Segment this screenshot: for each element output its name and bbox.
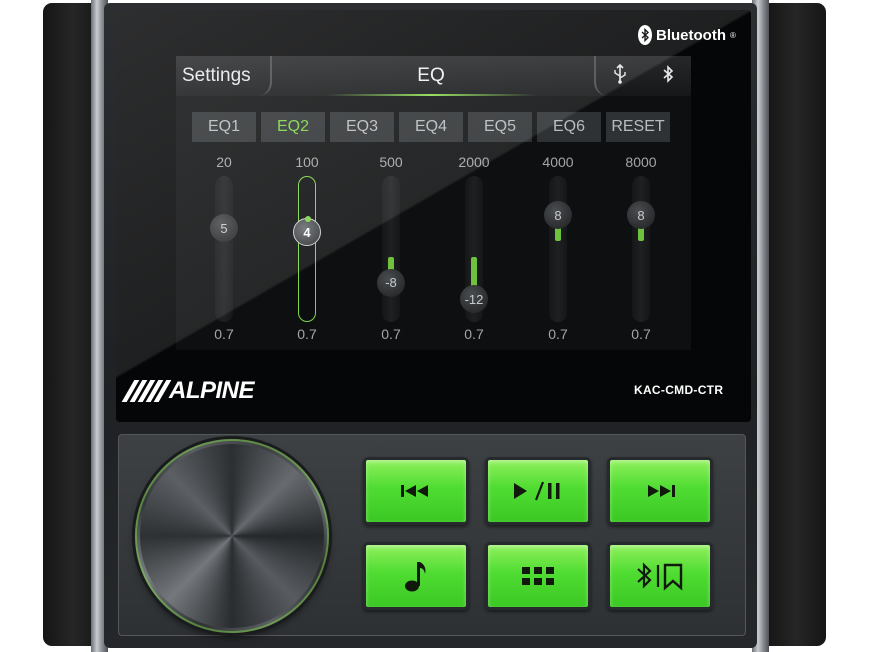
band-gain-knob[interactable]: -12 bbox=[460, 285, 488, 314]
band-frequency-label: 20 bbox=[216, 154, 232, 170]
band-frequency-label: 8000 bbox=[625, 154, 657, 170]
active-indicator-dot bbox=[305, 216, 311, 223]
page-title: EQ bbox=[417, 65, 445, 86]
next-track-button[interactable] bbox=[607, 457, 713, 525]
band-frequency-label: 2000 bbox=[458, 154, 490, 170]
knob-ring bbox=[135, 439, 329, 633]
band-q-label: 0.7 bbox=[464, 326, 484, 342]
brand-name: ALPINE bbox=[169, 377, 255, 404]
tab-eq2[interactable]: EQ2 bbox=[261, 112, 325, 142]
skip-forward-icon bbox=[640, 481, 680, 501]
eq-preset-tabs: EQ1 EQ2 EQ3 EQ4 EQ5 EQ6 RESET bbox=[192, 112, 672, 142]
band-gain-value: 8 bbox=[554, 207, 562, 223]
title-underline bbox=[326, 94, 536, 96]
alpine-logo: ALPINE bbox=[121, 376, 255, 406]
tab-label: RESET bbox=[611, 118, 665, 135]
band-slider-track[interactable] bbox=[632, 176, 650, 322]
bluetooth-bookmark-button[interactable] bbox=[607, 542, 713, 610]
tab-label: EQ5 bbox=[483, 118, 516, 135]
head-unit-remote: Bluetooth ® Settings EQ EQ1 EQ2 EQ3 EQ4 … bbox=[0, 0, 869, 652]
usb-icon bbox=[613, 63, 627, 89]
tab-eq1[interactable]: EQ1 bbox=[192, 112, 256, 142]
band-frequency-label: 4000 bbox=[542, 154, 574, 170]
band-q-label: 0.7 bbox=[297, 326, 317, 342]
previous-track-button[interactable] bbox=[363, 457, 469, 525]
tab-label: EQ2 bbox=[276, 118, 309, 135]
audio-source-button[interactable] bbox=[363, 542, 469, 610]
skip-back-icon bbox=[396, 481, 436, 501]
band-q-label: 0.7 bbox=[631, 326, 651, 342]
band-gain-knob[interactable]: -8 bbox=[377, 268, 405, 297]
reset-button[interactable]: RESET bbox=[606, 112, 670, 142]
tab-label: EQ3 bbox=[345, 118, 378, 135]
band-gain-knob[interactable]: 8 bbox=[627, 201, 655, 230]
tab-label: EQ1 bbox=[207, 118, 240, 135]
band-gain-knob[interactable]: 4 bbox=[293, 216, 321, 247]
band-slider-track[interactable] bbox=[298, 176, 316, 322]
band-gain-value: -12 bbox=[464, 291, 484, 307]
music-note-icon bbox=[403, 558, 429, 594]
bluetooth-icon bbox=[662, 64, 674, 88]
bluetooth-brand-label: Bluetooth ® bbox=[638, 24, 736, 46]
play-pause-icon bbox=[510, 480, 566, 502]
tab-label: EQ6 bbox=[552, 118, 585, 135]
right-side-pad bbox=[766, 3, 826, 646]
band-q-label: 0.7 bbox=[381, 326, 401, 342]
band-q-label: 0.7 bbox=[548, 326, 568, 342]
tab-label: EQ4 bbox=[414, 118, 447, 135]
grid-icon bbox=[520, 565, 556, 587]
bluetooth-brand-text: Bluetooth bbox=[656, 26, 726, 44]
band-slider-track[interactable] bbox=[382, 176, 400, 322]
band-gain-value: -8 bbox=[385, 275, 397, 291]
band-gain-value: 4 bbox=[303, 224, 311, 240]
settings-back-button[interactable]: Settings bbox=[176, 56, 272, 96]
eq-bands: 20 5 0.7 100 4 0.7 500 -8 0.7 2000 -12 0.7 4000 8 0.7 8… bbox=[176, 152, 691, 350]
display-glass: Bluetooth ® Settings EQ EQ1 EQ2 EQ3 EQ4 … bbox=[116, 10, 751, 422]
band-gain-knob[interactable]: 5 bbox=[210, 214, 238, 242]
lcd-screen: Settings EQ EQ1 EQ2 EQ3 EQ4 EQ5 EQ6 RESE… bbox=[176, 56, 691, 350]
brand-stripes bbox=[121, 380, 172, 402]
tab-eq4[interactable]: EQ4 bbox=[399, 112, 463, 142]
tab-eq6[interactable]: EQ6 bbox=[537, 112, 601, 142]
tab-eq3[interactable]: EQ3 bbox=[330, 112, 394, 142]
status-icons bbox=[594, 56, 691, 96]
bluetooth-bookmark-icon bbox=[634, 561, 686, 591]
tab-eq5[interactable]: EQ5 bbox=[468, 112, 532, 142]
status-bar: Settings EQ bbox=[176, 56, 691, 96]
band-slider-track[interactable] bbox=[549, 176, 567, 322]
rotary-volume-knob[interactable] bbox=[135, 439, 329, 633]
model-name: KAC-CMD-CTR bbox=[634, 383, 724, 397]
band-q-label: 0.7 bbox=[214, 326, 234, 342]
band-frequency-label: 100 bbox=[295, 154, 319, 170]
play-pause-button[interactable] bbox=[485, 457, 591, 525]
control-panel bbox=[118, 434, 746, 636]
band-slider-track[interactable] bbox=[215, 176, 233, 322]
bluetooth-logo-icon bbox=[638, 25, 652, 45]
band-gain-knob[interactable]: 8 bbox=[544, 201, 572, 230]
registered-mark: ® bbox=[729, 30, 736, 40]
band-gain-value: 8 bbox=[637, 207, 645, 223]
menu-button[interactable] bbox=[485, 542, 591, 610]
band-frequency-label: 500 bbox=[379, 154, 403, 170]
band-gain-value: 5 bbox=[220, 220, 228, 236]
